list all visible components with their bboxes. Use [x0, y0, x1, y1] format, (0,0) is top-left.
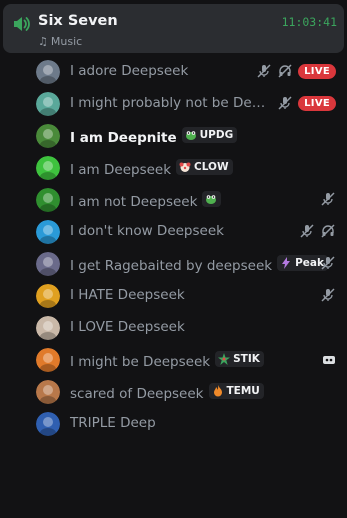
avatar — [36, 412, 60, 436]
star-icon — [218, 353, 231, 365]
voice-user-row[interactable]: I adore Deepseek LIVE — [36, 56, 344, 88]
voice-user-row[interactable]: I might be Deepseek STIK — [36, 344, 344, 376]
avatar — [36, 188, 60, 212]
mute-icon — [277, 95, 293, 111]
voice-panel: Six Seven ♫ Music 11:03:41 I adore Deepse… — [0, 0, 347, 518]
guild-tag-text: CLOW — [194, 161, 229, 173]
avatar — [36, 156, 60, 180]
avatar — [36, 92, 60, 116]
user-name-text: I get Ragebaited by deepseek — [70, 258, 273, 274]
user-name: I am Deepseek CLOW — [70, 159, 233, 178]
channel-status: ♫ Music — [38, 35, 82, 48]
user-name: I don't know Deepseek — [70, 223, 224, 239]
user-name: I am Deepnite UPDG — [70, 127, 238, 146]
voice-user-list: I adore Deepseek LIVE I might probably not… — [36, 56, 344, 440]
user-status-icons — [320, 191, 336, 207]
user-name-text: I HATE Deepseek — [70, 287, 185, 303]
user-name-text: I adore Deepseek — [70, 63, 189, 79]
user-status-icons — [299, 223, 336, 239]
channel-elapsed-time: 11:03:41 — [281, 15, 337, 29]
voice-user-row[interactable]: I get Ragebaited by deepseek Peak — [36, 248, 344, 280]
avatar — [36, 348, 60, 372]
fire-icon — [212, 385, 224, 397]
avatar — [36, 380, 60, 404]
user-name: scared of Deepseek TEMU — [70, 383, 264, 402]
channel-name: Six Seven — [38, 13, 118, 29]
frog-icon — [185, 129, 197, 141]
bot-icon — [322, 351, 336, 364]
user-status-icons: LIVE — [277, 95, 336, 111]
user-name: TRIPLE Deep — [70, 415, 156, 431]
user-name-text: I am Deepseek — [70, 162, 172, 178]
user-name: I am not Deepseek — [70, 191, 222, 210]
guild-tag[interactable]: UPDG — [181, 127, 238, 143]
user-name: I HATE Deepseek — [70, 287, 185, 303]
user-name: I get Ragebaited by deepseek Peak — [70, 255, 328, 274]
user-name-text: scared of Deepseek — [70, 386, 204, 402]
frog-icon — [205, 193, 217, 205]
guild-tag-text: STIK — [233, 353, 260, 365]
deafen-icon — [277, 63, 293, 79]
voice-channel-header[interactable]: Six Seven ♫ Music 11:03:41 — [3, 4, 344, 53]
user-name-text: I don't know Deepseek — [70, 223, 224, 239]
voice-user-row[interactable]: I am not Deepseek — [36, 184, 344, 216]
user-name: I might probably not be Deepseek — [70, 95, 270, 111]
channel-status-text: Music — [50, 35, 83, 48]
user-name-text: TRIPLE Deep — [70, 415, 156, 431]
mute-icon — [320, 287, 336, 303]
avatar — [36, 60, 60, 84]
voice-user-row[interactable]: I HATE Deepseek — [36, 280, 344, 312]
avatar — [36, 316, 60, 340]
mute-icon — [299, 223, 315, 239]
mute-icon — [320, 191, 336, 207]
guild-tag[interactable]: CLOW — [176, 159, 233, 175]
lightning-icon — [280, 257, 292, 269]
user-status-icons — [320, 255, 336, 271]
user-name: I LOVE Deepseek — [70, 319, 185, 335]
user-status-icons: LIVE — [256, 63, 336, 79]
user-name: I might be Deepseek STIK — [70, 351, 264, 370]
user-name-text: I am not Deepseek — [70, 194, 198, 210]
user-name-text: I might be Deepseek — [70, 354, 211, 370]
user-status-icons — [320, 287, 336, 303]
user-name-text: I LOVE Deepseek — [70, 319, 185, 335]
voice-user-row[interactable]: I am Deepnite UPDG — [36, 120, 344, 152]
deafen-icon — [320, 223, 336, 239]
mute-icon — [256, 63, 272, 79]
guild-tag-text: UPDG — [199, 129, 234, 141]
voice-user-row[interactable]: I might probably not be Deepseek LIVE — [36, 88, 344, 120]
user-name-text: I am Deepnite — [70, 130, 177, 146]
live-badge[interactable]: LIVE — [298, 95, 336, 111]
voice-user-row[interactable]: TRIPLE Deep — [36, 408, 344, 440]
user-status-icons — [322, 351, 336, 364]
voice-user-row[interactable]: I am Deepseek CLOW — [36, 152, 344, 184]
guild-tag-text: TEMU — [226, 385, 260, 397]
avatar — [36, 124, 60, 148]
music-note-icon: ♫ — [38, 35, 48, 48]
avatar — [36, 220, 60, 244]
live-badge[interactable]: LIVE — [298, 63, 336, 79]
guild-tag[interactable]: TEMU — [208, 383, 264, 399]
clown-icon — [179, 161, 191, 173]
user-name: I adore Deepseek — [70, 63, 188, 79]
voice-user-row[interactable]: I don't know Deepseek — [36, 216, 344, 248]
avatar — [36, 284, 60, 308]
mute-icon — [320, 255, 336, 271]
guild-tag[interactable]: STIK — [215, 351, 264, 367]
speaker-icon — [14, 17, 30, 31]
guild-tag[interactable] — [202, 191, 222, 207]
voice-user-row[interactable]: scared of Deepseek TEMU — [36, 376, 344, 408]
avatar — [36, 252, 60, 276]
user-name-text: I might probably not be Deepseek — [70, 95, 270, 111]
voice-user-row[interactable]: I LOVE Deepseek — [36, 312, 344, 344]
